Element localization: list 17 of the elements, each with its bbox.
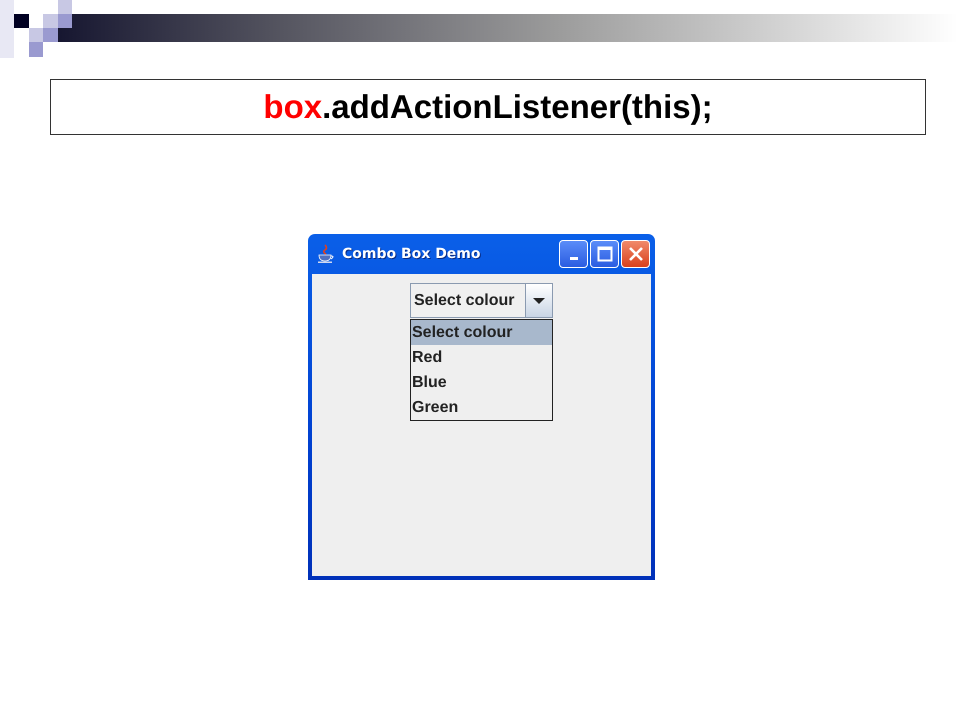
variable-name: box — [263, 88, 322, 126]
corner-squares-drawing — [0, 0, 72, 58]
maximize-icon — [596, 246, 612, 262]
close-icon — [628, 246, 644, 262]
minimize-icon — [570, 257, 578, 260]
dropdown-option[interactable]: Green — [411, 395, 552, 420]
dropdown-arrow-icon — [532, 296, 546, 304]
maximize-button[interactable] — [590, 240, 619, 268]
dropdown-option[interactable]: Blue — [411, 370, 552, 395]
close-button[interactable] — [621, 240, 650, 268]
dropdown-option[interactable]: Red — [411, 345, 552, 370]
coffee-cup-icon — [316, 244, 336, 264]
window-title: Combo Box Demo — [342, 246, 482, 262]
colour-dropdown[interactable]: Select colour — [410, 283, 553, 318]
dropdown-option[interactable]: Select colour — [411, 320, 552, 345]
minimize-button[interactable] — [559, 240, 588, 268]
method-call-text: .addActionListener(this); — [322, 88, 713, 126]
